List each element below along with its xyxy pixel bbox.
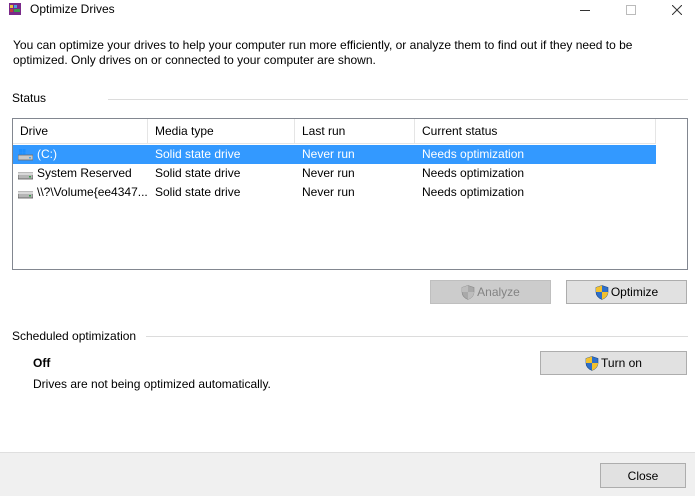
maximize-icon <box>626 5 636 15</box>
media-type-cell: Solid state drive <box>155 166 241 180</box>
drive-row-c[interactable]: (C:) Solid state drive Never run Needs o… <box>13 145 656 164</box>
window-title: Optimize Drives <box>30 2 115 16</box>
drives-list-rows: (C:) Solid state drive Never run Needs o… <box>13 145 656 202</box>
last-run-cell: Never run <box>302 166 355 180</box>
uac-shield-icon <box>595 284 609 300</box>
close-icon <box>672 5 682 15</box>
optimize-label: Optimize <box>610 285 659 299</box>
drive-icon <box>18 191 33 198</box>
current-status-cell: Needs optimization <box>422 166 525 180</box>
drive-icon <box>18 172 33 179</box>
column-header-current-status[interactable]: Current status <box>415 119 656 144</box>
scheduled-state: Off <box>33 356 51 370</box>
current-status-cell: Needs optimization <box>422 147 525 161</box>
drive-name: \\?\Volume{ee4347... <box>37 185 148 199</box>
drive-cell: (C:) <box>13 145 148 164</box>
drive-row-system-reserved[interactable]: System Reserved Solid state drive Never … <box>13 164 656 183</box>
minimize-icon <box>580 9 590 11</box>
status-divider <box>108 99 688 100</box>
drive-name: System Reserved <box>37 166 132 180</box>
media-type-cell: Solid state drive <box>155 185 241 199</box>
uac-shield-icon <box>585 355 599 371</box>
windows-drive-icon <box>18 148 33 160</box>
drive-cell: \\?\Volume{ee4347... <box>13 183 148 202</box>
column-header-last-run[interactable]: Last run <box>295 119 415 144</box>
uac-shield-icon <box>461 284 475 300</box>
drive-row-volume[interactable]: \\?\Volume{ee4347... Solid state drive N… <box>13 183 656 202</box>
status-section-label: Status <box>12 91 47 105</box>
maximize-button[interactable] <box>611 0 651 20</box>
analyze-label: Analyze <box>477 285 520 299</box>
scheduled-description: Drives are not being optimized automatic… <box>33 377 271 391</box>
description-text: You can optimize your drives to help you… <box>13 38 633 67</box>
close-window-button[interactable] <box>657 0 695 20</box>
minimize-button[interactable] <box>565 0 605 20</box>
close-button[interactable]: Close <box>600 463 686 488</box>
dialog-footer <box>0 452 695 496</box>
last-run-cell: Never run <box>302 185 355 199</box>
turn-on-button[interactable]: Turn on <box>540 351 687 375</box>
defrag-app-icon <box>9 3 21 15</box>
title-bar: Optimize Drives <box>0 0 695 20</box>
column-header-media-type[interactable]: Media type <box>148 119 295 144</box>
drive-name: (C:) <box>37 147 57 161</box>
turn-on-label: Turn on <box>601 356 642 370</box>
scheduled-divider <box>146 336 688 337</box>
close-label: Close <box>627 468 659 483</box>
current-status-cell: Needs optimization <box>422 185 525 199</box>
optimize-button[interactable]: Optimize <box>566 280 687 304</box>
drive-cell: System Reserved <box>13 164 148 183</box>
media-type-cell: Solid state drive <box>155 147 241 161</box>
drives-list[interactable]: Drive Media type Last run Current status… <box>12 118 688 270</box>
scheduled-section-label: Scheduled optimization <box>12 329 137 343</box>
analyze-button[interactable]: Analyze <box>430 280 551 304</box>
drives-list-header: Drive Media type Last run Current status <box>13 119 656 144</box>
column-header-drive[interactable]: Drive <box>13 119 148 144</box>
last-run-cell: Never run <box>302 147 355 161</box>
